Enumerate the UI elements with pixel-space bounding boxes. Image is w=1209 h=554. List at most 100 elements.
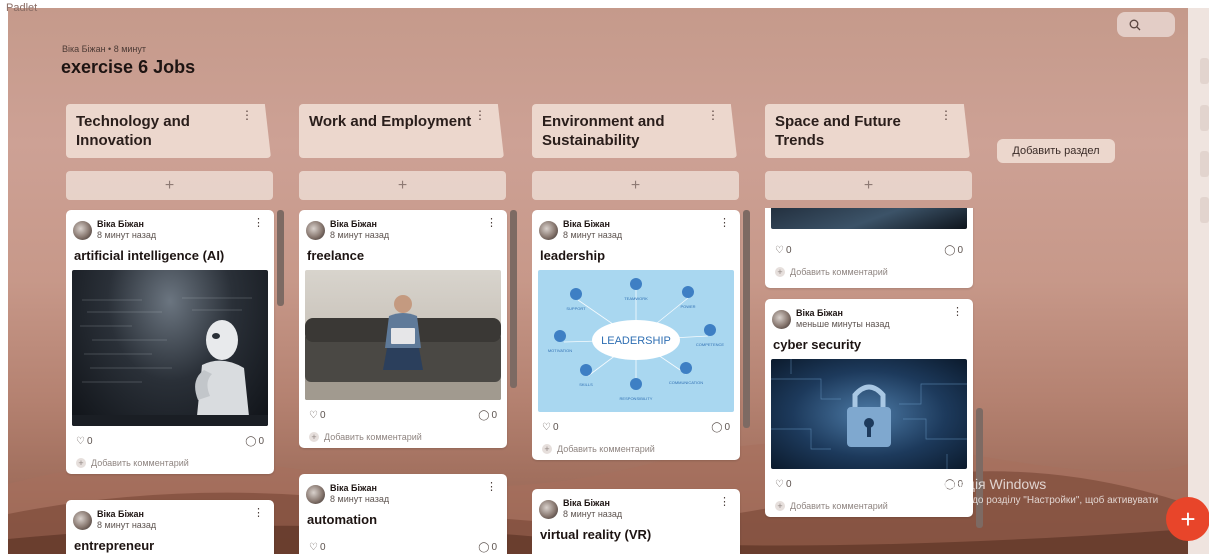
like-count: 0 — [86, 436, 93, 447]
post-time: 8 минут назад — [563, 230, 623, 240]
add-comment-button[interactable]: + Добавить комментарий — [765, 261, 973, 283]
post-title: cyber security — [773, 337, 862, 352]
sidebar-tab[interactable] — [1200, 58, 1209, 84]
post-image-solar[interactable] — [771, 208, 967, 229]
column-menu-icon[interactable]: ⋮ — [707, 109, 719, 121]
like-count: 0 — [319, 410, 326, 421]
post-card[interactable]: Віка Біжан 8 минут назад ⋮ artificial in… — [66, 210, 274, 474]
post-card[interactable]: ♡ 0 ◯ 0 + Добавить комментарий — [765, 208, 973, 288]
plus-icon: + — [863, 176, 874, 194]
leadership-diagram: LEADERSHIP TEAMWORK SUPPORT POWER MOTIVA… — [548, 278, 725, 401]
comment-button[interactable]: ◯ 0 — [944, 245, 963, 256]
post-image-cyber-security[interactable] — [771, 359, 967, 469]
heart-icon: ♡ — [76, 436, 85, 447]
comment-count: 0 — [491, 542, 497, 553]
column-menu-icon[interactable]: ⋮ — [241, 109, 253, 121]
diagram-label: MOTIVATION — [548, 348, 572, 353]
comment-icon: ◯ — [711, 422, 723, 433]
windows-activation-watermark: Активація Windows Перейдіть до розділу "… — [922, 476, 1158, 519]
column-technology: Віка Біжан 8 минут назад ⋮ artificial in… — [66, 208, 276, 554]
column-header-space[interactable]: Space and Future Trends ⋮ — [765, 104, 970, 158]
comment-button[interactable]: ◯ 0 — [245, 436, 264, 447]
add-post-button[interactable]: + — [765, 171, 972, 200]
post-card[interactable]: Віка Біжан 8 минут назад ⋮ leadership LE… — [532, 210, 740, 460]
add-post-button[interactable]: + — [66, 171, 273, 200]
plus-icon: + — [76, 458, 86, 468]
plus-icon: + — [397, 176, 408, 194]
post-image-leadership[interactable]: LEADERSHIP TEAMWORK SUPPORT POWER MOTIVA… — [538, 270, 734, 412]
add-comment-button[interactable]: + Добавить комментарий — [299, 426, 507, 448]
sidebar-tab[interactable] — [1200, 105, 1209, 131]
like-button[interactable]: ♡ 0 — [775, 479, 792, 490]
column-header-technology[interactable]: Technology and Innovation ⋮ — [66, 104, 271, 158]
post-card[interactable]: Віка Біжан 8 минут назад ⋮ entrepreneur — [66, 500, 274, 554]
app-logo[interactable]: Padlet — [6, 2, 37, 14]
like-button[interactable]: ♡ 0 — [775, 245, 792, 256]
avatar — [539, 221, 558, 240]
post-time: 8 минут назад — [330, 494, 390, 504]
plus-icon: + — [775, 501, 785, 511]
diagram-label: SKILLS — [579, 382, 593, 387]
post-card[interactable]: Віка Біжан 8 минут назад ⋮ freelance ♡ 0 … — [299, 210, 507, 448]
post-author: Віка Біжан — [563, 219, 610, 229]
add-comment-button[interactable]: + Добавить комментарий — [66, 452, 274, 474]
post-menu-icon[interactable]: ⋮ — [253, 508, 264, 519]
sidebar-tab[interactable] — [1200, 151, 1209, 177]
sidebar-tab[interactable] — [1200, 197, 1209, 223]
add-post-button[interactable]: + — [532, 171, 739, 200]
plus-icon: + — [164, 176, 175, 194]
board-meta: Віка Біжан • 8 минут — [62, 44, 147, 54]
comment-icon: ◯ — [245, 436, 257, 447]
create-post-fab[interactable]: + — [1166, 497, 1209, 541]
post-menu-icon[interactable]: ⋮ — [253, 218, 264, 229]
heart-icon: ♡ — [309, 542, 318, 553]
post-title: leadership — [540, 248, 606, 263]
column-title: Work and Employment — [309, 113, 472, 130]
comment-button[interactable]: ◯ 0 — [478, 410, 497, 421]
add-comment-button[interactable]: + Добавить комментарий — [532, 438, 740, 460]
post-author: Віка Біжан — [330, 219, 377, 229]
avatar — [73, 511, 92, 530]
comment-button[interactable]: ◯ 0 — [478, 542, 497, 553]
post-image-ai-robot[interactable] — [72, 270, 268, 426]
column-menu-icon[interactable]: ⋮ — [474, 109, 486, 121]
post-author: Віка Біжан — [97, 219, 144, 229]
add-comment-label: Добавить комментарий — [557, 444, 655, 454]
like-button[interactable]: ♡ 0 — [309, 410, 326, 421]
post-menu-icon[interactable]: ⋮ — [486, 218, 497, 229]
column-header-environment[interactable]: Environment and Sustainability ⋮ — [532, 104, 737, 158]
post-author: Віка Біжан — [97, 509, 144, 519]
post-image-freelance[interactable] — [305, 270, 501, 400]
search-button[interactable] — [1117, 12, 1175, 37]
column-scrollbar[interactable] — [743, 210, 750, 428]
post-menu-icon[interactable]: ⋮ — [719, 497, 730, 508]
avatar — [306, 221, 325, 240]
plus-icon: + — [775, 267, 785, 277]
diagram-label: RESPONSIBILITY — [620, 396, 653, 401]
post-time: меньше минуты назад — [796, 319, 890, 329]
add-post-button[interactable]: + — [299, 171, 506, 200]
ai-robot-illustration — [72, 297, 268, 426]
diagram-label: COMPETENCE — [696, 342, 725, 347]
post-menu-icon[interactable]: ⋮ — [719, 218, 730, 229]
column-header-work[interactable]: Work and Employment ⋮ — [299, 104, 504, 158]
plus-icon: + — [630, 176, 641, 194]
column-menu-icon[interactable]: ⋮ — [940, 109, 952, 121]
diagram-label: COMMUNICATION — [669, 380, 703, 385]
leadership-label: LEADERSHIP — [601, 335, 671, 347]
comment-button[interactable]: ◯ 0 — [711, 422, 730, 433]
post-menu-icon[interactable]: ⋮ — [952, 307, 963, 318]
column-scrollbar[interactable] — [277, 210, 284, 306]
post-menu-icon[interactable]: ⋮ — [486, 482, 497, 493]
comment-icon: ◯ — [478, 542, 490, 553]
like-button[interactable]: ♡ 0 — [309, 542, 326, 553]
like-count: 0 — [785, 245, 792, 256]
like-button[interactable]: ♡ 0 — [76, 436, 93, 447]
like-button[interactable]: ♡ 0 — [542, 422, 559, 433]
post-card[interactable]: Віка Біжан 8 минут назад ⋮ virtual reali… — [532, 489, 740, 554]
post-card[interactable]: Віка Біжан 8 минут назад ⋮ automation ♡ 0… — [299, 474, 507, 554]
column-scrollbar[interactable] — [510, 210, 517, 388]
avatar — [73, 221, 92, 240]
add-section-button[interactable]: Добавить раздел — [997, 139, 1115, 163]
heart-icon: ♡ — [542, 422, 551, 433]
